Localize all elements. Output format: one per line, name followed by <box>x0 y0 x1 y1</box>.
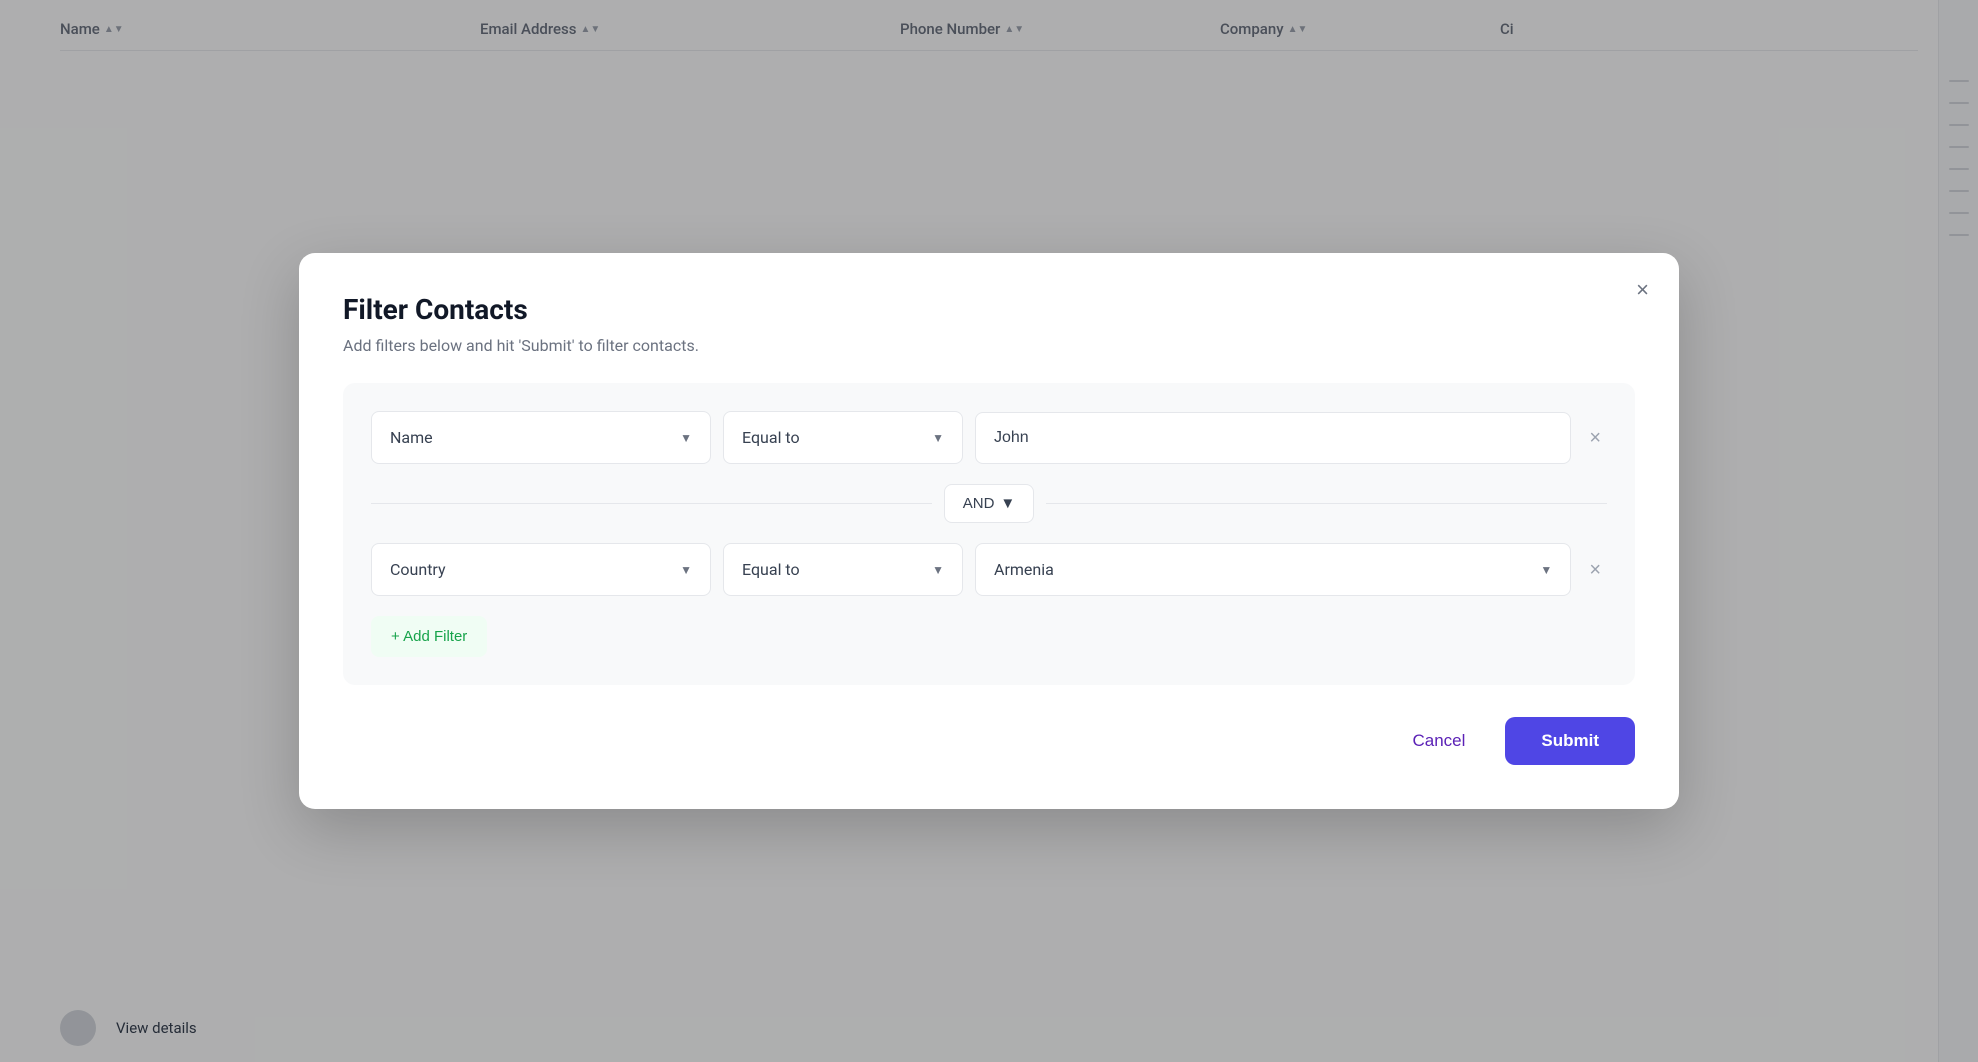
filter-2-operator-label: Equal to <box>742 560 800 579</box>
add-filter-label: + Add Filter <box>391 628 467 645</box>
modal-subtitle: Add filters below and hit 'Submit' to fi… <box>343 336 1635 355</box>
modal-overlay: × Filter Contacts Add filters below and … <box>0 0 1978 1062</box>
filter-1-field-label: Name <box>390 428 433 447</box>
filter-2-field-chevron: ▼ <box>680 563 692 577</box>
filter-1-operator-chevron: ▼ <box>932 431 944 445</box>
filter-1-field-chevron: ▼ <box>680 431 692 445</box>
filter-2-field-select[interactable]: Country ▼ <box>371 543 711 596</box>
filter-2-operator-select[interactable]: Equal to ▼ <box>723 543 963 596</box>
filter-contacts-modal: × Filter Contacts Add filters below and … <box>299 253 1679 809</box>
filter-2-value-chevron: ▼ <box>1540 563 1552 577</box>
add-filter-button[interactable]: + Add Filter <box>371 616 487 657</box>
filter-1-field-select[interactable]: Name ▼ <box>371 411 711 464</box>
filter-1-operator-label: Equal to <box>742 428 800 447</box>
and-operator-button[interactable]: AND ▼ <box>944 484 1035 523</box>
modal-footer: Cancel Submit <box>343 717 1635 765</box>
filter-row-2: Country ▼ Equal to ▼ Armenia ▼ × <box>371 543 1607 596</box>
filter-2-value-select[interactable]: Armenia ▼ <box>975 543 1571 596</box>
filter-1-value-input[interactable] <box>975 412 1571 464</box>
submit-button[interactable]: Submit <box>1505 717 1635 765</box>
and-separator: AND ▼ <box>371 484 1607 523</box>
and-chevron-icon: ▼ <box>1000 495 1015 512</box>
filter-2-operator-chevron: ▼ <box>932 563 944 577</box>
filter-2-value-label: Armenia <box>994 560 1054 579</box>
filter-2-remove-button[interactable]: × <box>1583 554 1607 586</box>
modal-close-button[interactable]: × <box>1632 275 1653 305</box>
filter-1-remove-button[interactable]: × <box>1583 422 1607 454</box>
filter-2-field-label: Country <box>390 560 446 579</box>
cancel-button[interactable]: Cancel <box>1388 717 1489 765</box>
filter-1-operator-select[interactable]: Equal to ▼ <box>723 411 963 464</box>
and-line-left <box>371 503 932 504</box>
and-label: AND <box>963 495 995 512</box>
filter-container: Name ▼ Equal to ▼ × AND ▼ <box>343 383 1635 685</box>
and-line-right <box>1046 503 1607 504</box>
modal-title: Filter Contacts <box>343 293 1635 326</box>
filter-row-1: Name ▼ Equal to ▼ × <box>371 411 1607 464</box>
